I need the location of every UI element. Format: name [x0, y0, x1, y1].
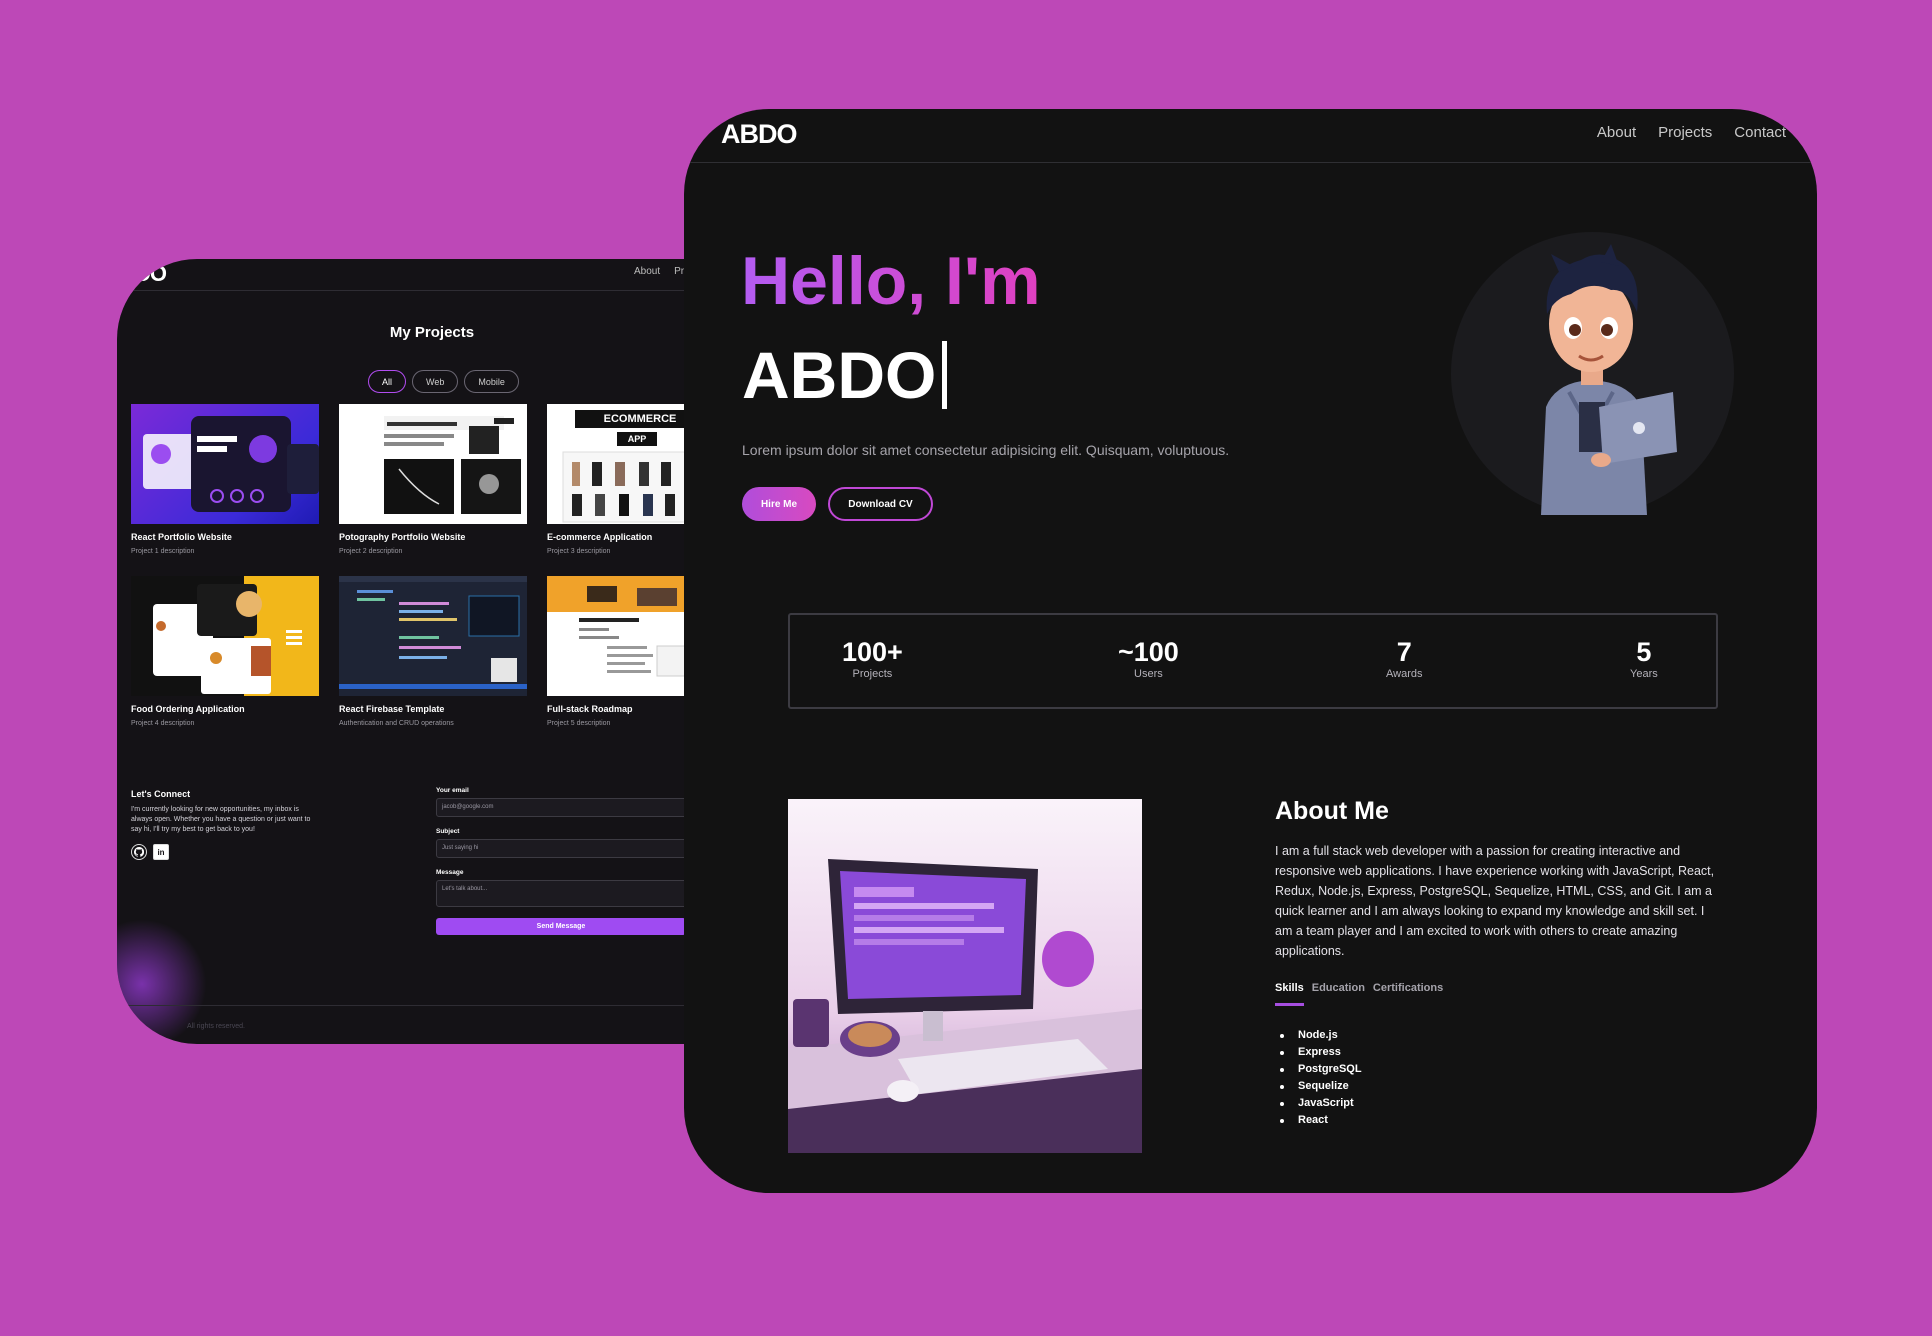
nav-about[interactable]: About — [1597, 124, 1636, 141]
tab-skills[interactable]: Skills — [1275, 982, 1304, 1006]
filter-mobile[interactable]: Mobile — [464, 370, 519, 393]
project-filters: All Web Mobile — [368, 370, 519, 393]
stats-panel: 100+ Projects ~100 Users 7 Awards 5 Year… — [788, 613, 1718, 709]
top-nav: About Projects Contact — [1597, 124, 1786, 141]
skills-list: Node.js Express PostgreSQL Sequelize Jav… — [1280, 1027, 1362, 1129]
stat-value: 5 — [1636, 637, 1652, 667]
project-card[interactable]: React Portfolio Website Project 1 descri… — [131, 404, 319, 576]
projects-grid: React Portfolio Website Project 1 descri… — [131, 404, 735, 748]
projects-title: My Projects — [389, 324, 475, 341]
top-nav: About Pro — [634, 266, 690, 277]
filter-web[interactable]: Web — [412, 370, 459, 393]
hero-name: ABDO — [742, 337, 948, 413]
project-desc: Project 1 description — [131, 548, 195, 555]
project-thumbnail — [131, 404, 319, 524]
nav-about[interactable]: About — [634, 266, 660, 277]
project-desc: Project 2 description — [339, 548, 403, 555]
project-thumbnail — [339, 576, 527, 696]
project-desc: Project 4 description — [131, 720, 195, 727]
about-tabs: Skills Education Certifications — [1275, 982, 1443, 1006]
site-logo[interactable]: DO — [135, 261, 167, 287]
about-illustration — [788, 799, 1142, 1153]
stat-awards: 7 Awards — [1386, 637, 1422, 680]
about-text: I am a full stack web developer with a p… — [1275, 844, 1715, 958]
social-links: in — [131, 844, 169, 860]
stat-value: 100+ — [842, 637, 903, 667]
project-thumbnail — [339, 404, 527, 524]
project-card[interactable]: Potography Portfolio Website Project 2 d… — [339, 404, 527, 576]
tab-certifications[interactable]: Certifications — [1373, 982, 1443, 1006]
about-title: About Me — [1275, 797, 1389, 825]
list-item: JavaScript — [1280, 1095, 1362, 1112]
avatar — [1451, 232, 1734, 515]
connect-title: Let's Connect — [131, 789, 191, 799]
connect-text: I'm currently looking for new opportunit… — [131, 806, 311, 833]
list-item: Express — [1280, 1044, 1362, 1061]
hero-window: ABDO About Projects Contact Hello, I'm A… — [684, 109, 1817, 1193]
project-card[interactable]: Food Ordering Application Project 4 desc… — [131, 576, 319, 748]
send-message-button[interactable]: Send Message — [436, 918, 686, 935]
stat-value: 7 — [1396, 637, 1412, 667]
stat-label: Years — [1630, 668, 1658, 680]
hero-name-text: ABDO — [742, 338, 937, 412]
stat-label: Projects — [852, 668, 893, 680]
project-card[interactable]: React Firebase Template Authentication a… — [339, 576, 527, 748]
project-desc: Authentication and CRUD operations — [339, 720, 454, 727]
stat-users: ~100 Users — [1118, 637, 1179, 680]
stat-projects: 100+ Projects — [842, 637, 903, 680]
nav-projects[interactable]: Projects — [1658, 124, 1712, 141]
stat-years: 5 Years — [1630, 637, 1658, 680]
stat-label: Users — [1134, 668, 1163, 680]
list-item: Node.js — [1280, 1027, 1362, 1044]
project-name: React Firebase Template — [339, 704, 445, 714]
header-divider — [684, 162, 1817, 163]
list-item: React — [1280, 1112, 1362, 1129]
typing-cursor — [942, 341, 948, 409]
list-item: Sequelize — [1280, 1078, 1362, 1095]
stat-value: ~100 — [1118, 637, 1179, 667]
footer-text: All rights reserved. — [187, 1023, 245, 1030]
list-item: PostgreSQL — [1280, 1061, 1362, 1078]
filter-all[interactable]: All — [368, 370, 407, 393]
nav-contact[interactable]: Contact — [1734, 124, 1786, 141]
project-name: Potography Portfolio Website — [339, 532, 466, 542]
hero-description: Lorem ipsum dolor sit amet consectetur a… — [742, 442, 1230, 458]
hire-me-button[interactable]: Hire Me — [742, 487, 816, 521]
download-cv-button[interactable]: Download CV — [828, 487, 933, 521]
project-name: Food Ordering Application — [131, 704, 245, 714]
hero-greeting: Hello, I'm — [741, 243, 1041, 319]
tab-education[interactable]: Education — [1312, 982, 1365, 1006]
stat-label: Awards — [1386, 668, 1423, 680]
github-icon[interactable] — [131, 844, 147, 860]
linkedin-icon[interactable]: in — [153, 844, 169, 860]
project-thumbnail — [131, 576, 319, 696]
site-logo[interactable]: ABDO — [721, 119, 797, 150]
project-name: React Portfolio Website — [131, 532, 232, 542]
hero-buttons: Hire Me Download CV — [742, 487, 933, 521]
